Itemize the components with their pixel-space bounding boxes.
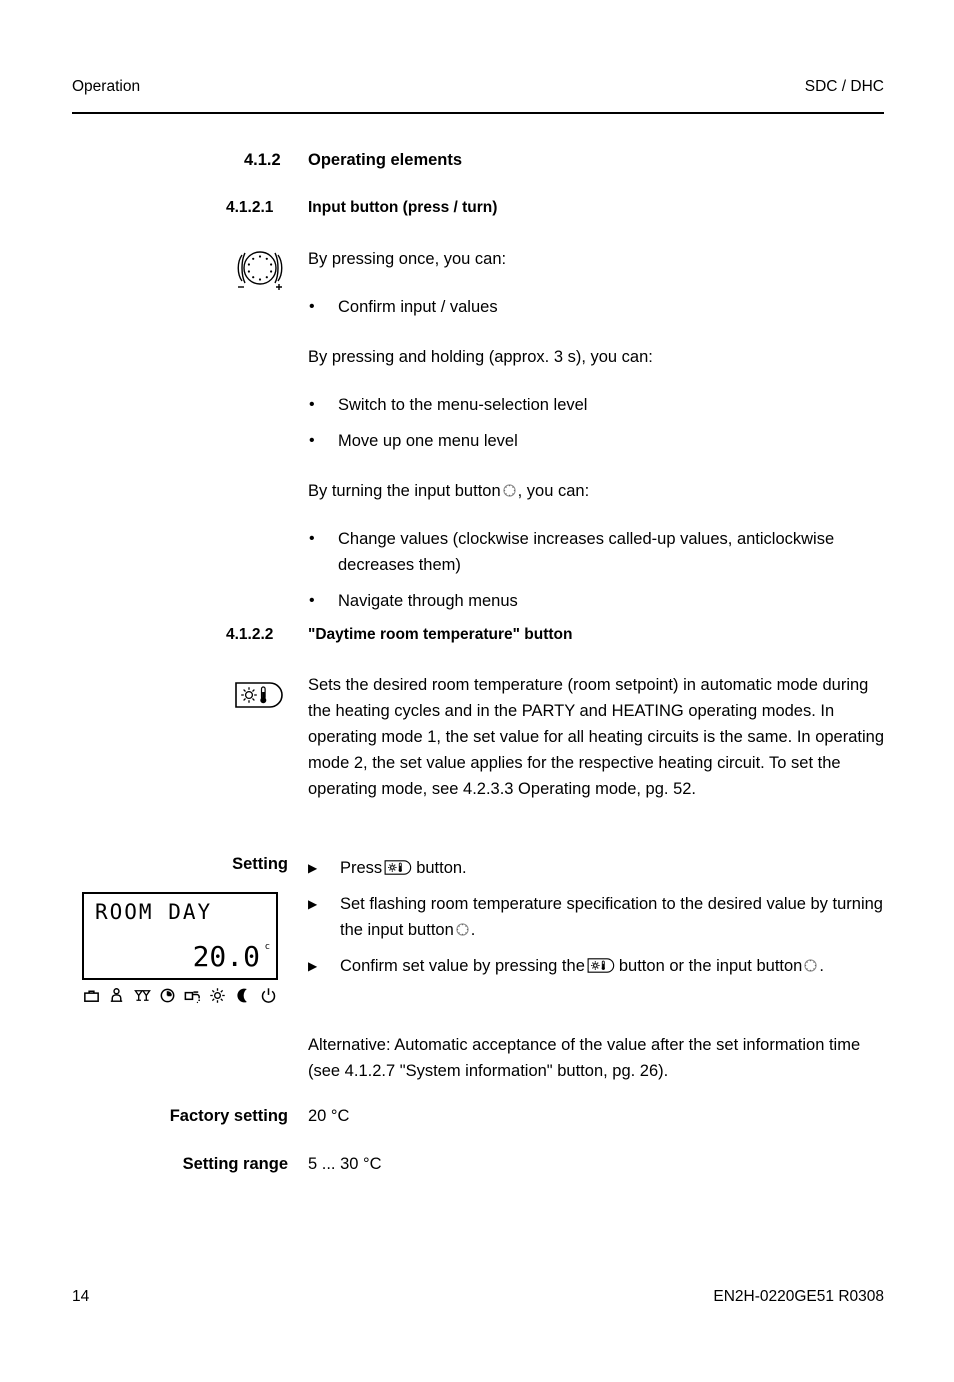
lcd-degree-unit: c xyxy=(264,942,270,952)
clock-icon xyxy=(158,986,177,1005)
turn-list: Change values (clockwise increases calle… xyxy=(308,526,884,614)
turn-intro: By turning the input button , you can: xyxy=(308,478,884,504)
list-item: Confirm input / values xyxy=(308,294,884,320)
document-page: Operation SDC / DHC 4.1.2 Operating elem… xyxy=(0,0,954,1382)
person-seated-icon xyxy=(107,986,126,1005)
press-hold-intro: By pressing and holding (approx. 3 s), y… xyxy=(308,348,653,366)
step-text-after: . xyxy=(470,921,476,939)
moon-icon xyxy=(234,986,253,1005)
header-left-text: Operation xyxy=(72,78,141,95)
input-knob-icon xyxy=(232,246,288,292)
knob-icon xyxy=(502,483,517,498)
section-number: 4.1.2 xyxy=(244,151,281,169)
section-heading-4-1-2-1: 4.1.2.1 Input button (press / turn) xyxy=(226,199,497,217)
lcd-line1: ROOM DAY xyxy=(95,900,213,924)
step-text-middle: button or the input button xyxy=(618,957,803,975)
page-header: Operation SDC / DHC xyxy=(72,78,884,96)
press-once-intro: By pressing once, you can: xyxy=(308,250,507,268)
document-code: EN2H-0220GE51 R0308 xyxy=(713,1288,884,1305)
factory-setting-label: Factory setting xyxy=(169,1107,288,1125)
setting-range-value: 5 ... 30 °C xyxy=(308,1155,382,1173)
section-heading-4-1-2-2: 4.1.2.2 "Daytime room temperature" butto… xyxy=(226,626,572,644)
press-once-list: Confirm input / values xyxy=(308,294,884,320)
section-number: 4.1.2.1 xyxy=(226,199,274,216)
setting-steps: Press button. Set flashing room temperatu… xyxy=(308,855,884,979)
list-item: Confirm set value by pressing the button … xyxy=(308,953,884,979)
press-hold-list: Switch to the menu-selection level Move … xyxy=(308,392,884,454)
list-item: Navigate through menus xyxy=(308,588,884,614)
step-text-after: button. xyxy=(416,859,467,877)
turn-intro-before: By turning the input button xyxy=(308,482,501,500)
setting-steps-list: Press button. Set flashing room temperatu… xyxy=(308,855,884,979)
step-text-after: . xyxy=(819,957,824,975)
daytime-description-text: Sets the desired room temperature (room … xyxy=(308,676,884,798)
day-button-icon xyxy=(234,680,288,710)
lcd-value: 20.0 xyxy=(192,940,260,973)
lcd-screen: ROOM DAY 20.0 c xyxy=(82,892,278,980)
page-footer: 14 EN2H-0220GE51 R0308 xyxy=(72,1288,884,1306)
step-text-before: Set flashing room temperature specificat… xyxy=(340,895,883,939)
section-heading-4-1-2: 4.1.2 Operating elements xyxy=(244,151,462,170)
alternative-text: Alternative: Automatic acceptance of the… xyxy=(308,1036,861,1080)
sun-icon xyxy=(208,986,227,1005)
header-right-text: SDC / DHC xyxy=(804,78,884,95)
list-item: Set flashing room temperature specificat… xyxy=(308,891,884,943)
setting-label: Setting xyxy=(232,855,288,873)
list-item: Switch to the menu-selection level xyxy=(308,392,884,418)
list-item: Press button. xyxy=(308,855,884,881)
cocktail-glasses-icon xyxy=(133,986,152,1005)
section-title: Operating elements xyxy=(308,151,463,169)
daytime-description: Sets the desired room temperature (room … xyxy=(308,672,884,802)
lcd-status-icon-row xyxy=(82,986,278,1005)
section-number: 4.1.2.2 xyxy=(226,626,274,643)
input-button-content: By pressing once, you can: Confirm input… xyxy=(308,246,884,614)
day-button-icon xyxy=(384,859,414,876)
header-divider xyxy=(72,112,884,114)
knob-icon xyxy=(803,958,818,973)
lcd-display: ROOM DAY 20.0 c xyxy=(82,892,280,1004)
list-item: Move up one menu level xyxy=(308,428,884,454)
section-title: "Daytime room temperature" button xyxy=(308,626,573,643)
suitcase-icon xyxy=(82,986,101,1005)
day-button-icon xyxy=(587,957,617,974)
knob-icon xyxy=(455,922,470,937)
step-text-before: Press xyxy=(340,859,383,877)
page-number: 14 xyxy=(72,1288,90,1305)
turn-intro-after: , you can: xyxy=(517,482,590,500)
step-text-before: Confirm set value by pressing the xyxy=(340,957,585,975)
section-title: Input button (press / turn) xyxy=(308,199,498,216)
setting-range-label: Setting range xyxy=(182,1155,288,1173)
list-item: Change values (clockwise increases calle… xyxy=(308,526,884,578)
power-icon xyxy=(259,986,278,1005)
alternative-note: Alternative: Automatic acceptance of the… xyxy=(308,1032,884,1084)
faucet-icon xyxy=(183,986,202,1005)
factory-setting-value: 20 °C xyxy=(308,1107,350,1125)
